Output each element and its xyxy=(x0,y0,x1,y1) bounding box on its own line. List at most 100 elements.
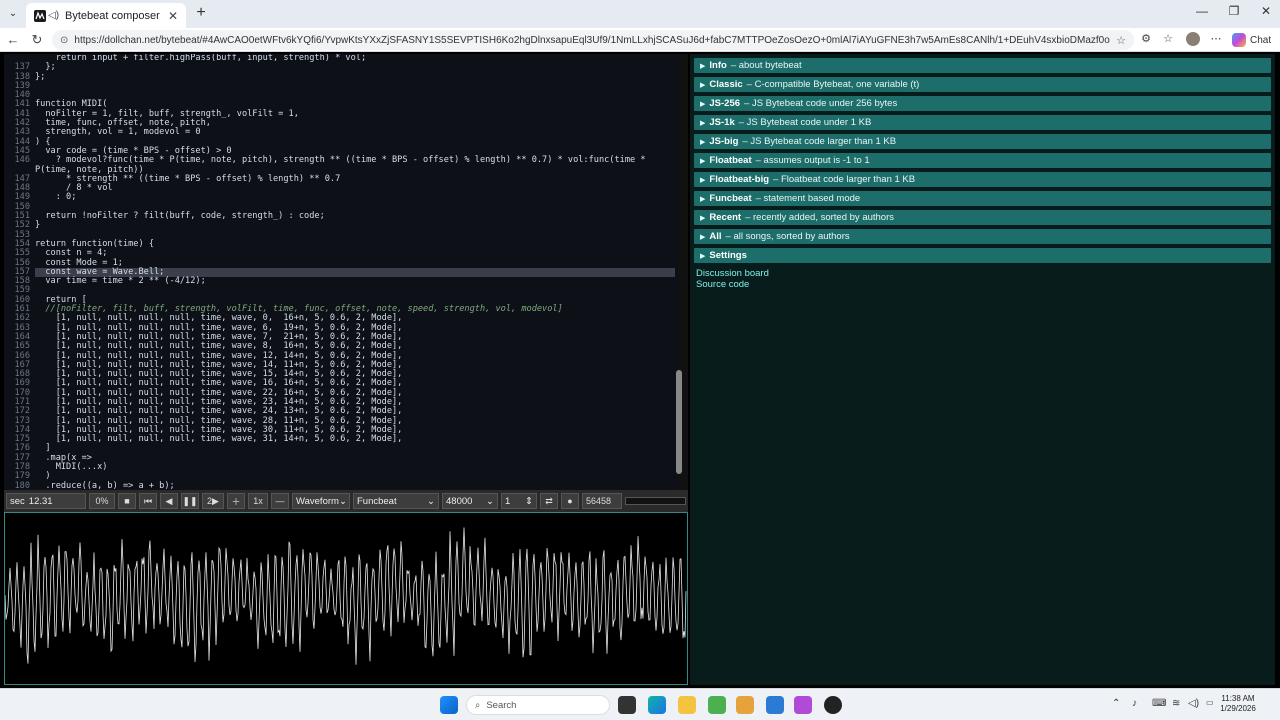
section-name: Settings xyxy=(709,250,747,261)
new-tab-icon[interactable]: + xyxy=(192,4,210,22)
library-section-floatbeat-big[interactable]: ▶ Floatbeat-big – Floatbeat code larger th… xyxy=(694,172,1271,187)
library-section-js-1k[interactable]: ▶ JS-1k – JS Bytebeat code under 1 KB xyxy=(694,115,1271,130)
code-line[interactable]: MIDI(...x) xyxy=(35,462,675,472)
minimize-icon[interactable]: — xyxy=(1192,4,1212,18)
record-icon[interactable]: ● xyxy=(561,493,579,509)
display-mode-select[interactable]: Waveform ⌄ xyxy=(292,493,350,509)
code-line[interactable]: : 0; xyxy=(35,193,675,203)
edge-browser-icon[interactable] xyxy=(648,696,666,714)
favorite-star-icon[interactable]: ☆ xyxy=(1116,34,1126,47)
expand-arrow-icon: ▶ xyxy=(700,100,706,108)
library-section-recent[interactable]: ▶ Recent – recently added, sorted by autho… xyxy=(694,210,1271,225)
volume-icon[interactable]: ◁) xyxy=(1188,698,1199,709)
code-line[interactable]: }; xyxy=(35,62,675,72)
restore-icon[interactable]: ❐ xyxy=(1224,4,1244,18)
waveform-trace xyxy=(4,527,687,665)
code-line[interactable]: ] xyxy=(35,444,675,454)
code-line[interactable]: return function(time) { xyxy=(35,239,675,249)
library-section-js-256[interactable]: ▶ JS-256– JS Bytebeat code under 256 byte… xyxy=(694,96,1271,111)
mode-select[interactable]: Funcbeat ⌄ xyxy=(353,493,439,509)
code-line[interactable]: .map(x => xyxy=(35,453,675,463)
copilot-chat-button[interactable]: Chat xyxy=(1232,31,1271,49)
discussion-board-link[interactable]: Discussion board xyxy=(696,268,1275,279)
task-view-icon[interactable] xyxy=(618,696,636,714)
play-speed-button[interactable]: 2 ▶ xyxy=(202,493,224,509)
tab-title: Bytebeat composer xyxy=(65,9,160,22)
code-line[interactable] xyxy=(35,82,675,91)
code-line[interactable]: / 8 * vol xyxy=(35,183,675,193)
notepad-icon[interactable] xyxy=(766,696,784,714)
close-window-icon[interactable]: ✕ xyxy=(1256,4,1276,18)
code-line[interactable]: strength, vol = 1, modevol = 0 xyxy=(35,128,675,138)
scale-stepper[interactable]: 1 ⇕ xyxy=(501,493,537,509)
start-windows-icon[interactable] xyxy=(440,696,458,714)
chevron-down-icon: ⌄ xyxy=(427,495,435,507)
sample-rate-select[interactable]: 48000 ⌄ xyxy=(442,493,498,509)
library-section-info[interactable]: ▶ Info – about bytebeat xyxy=(694,58,1271,73)
more-options-icon[interactable]: ⋯ xyxy=(1208,32,1224,45)
tab-audio-icon[interactable]: ◁) xyxy=(48,10,59,21)
time-value: 12.31 xyxy=(28,495,53,507)
taskbar-clock[interactable]: 11:38 AM 1/29/2026 xyxy=(1208,694,1268,714)
favorites-icon[interactable]: ☆ xyxy=(1160,32,1176,45)
library-section-classic[interactable]: ▶ Classic – C-compatible Bytebeat, one var… xyxy=(694,77,1271,92)
code-editor[interactable]: 137 138 139 140 141 141 142 143 144 145 146 147 148 1… xyxy=(4,54,688,538)
editor-scroll-thumb[interactable] xyxy=(676,370,682,474)
code-line[interactable] xyxy=(35,91,675,100)
volume-slider[interactable] xyxy=(625,497,686,505)
library-section-settings[interactable]: ▶ Settings xyxy=(694,248,1271,263)
refresh-icon[interactable]: ↻ xyxy=(28,31,46,49)
back-icon[interactable]: ← xyxy=(4,31,22,49)
library-section-js-big[interactable]: ▶ JS-big – JS Bytebeat code larger than 1 … xyxy=(694,134,1271,149)
source-code-link[interactable]: Source code xyxy=(696,279,1275,290)
rate-button[interactable]: 1x xyxy=(248,493,268,509)
play-backward-icon[interactable]: ◀ xyxy=(160,493,178,509)
waveform-canvas[interactable] xyxy=(4,512,688,685)
code-line[interactable] xyxy=(35,286,675,295)
rewind-icon[interactable]: ⏮ xyxy=(139,493,157,509)
media-player-icon[interactable] xyxy=(736,696,754,714)
taskbar-search[interactable]: ⌕ Search xyxy=(466,695,610,715)
pause-icon[interactable]: ❚❚ xyxy=(181,493,199,509)
time-display[interactable]: sec 12.31 xyxy=(6,493,86,509)
code-text[interactable]: return input + filter.highPass(buff, inp… xyxy=(35,54,675,500)
app-icon-dark[interactable] xyxy=(824,696,842,714)
extensions-icon[interactable]: ⚙ xyxy=(1138,32,1154,45)
tab-close-icon[interactable]: ✕ xyxy=(168,9,178,23)
library-section-all[interactable]: ▶ All – all songs, sorted by authors xyxy=(694,229,1271,244)
section-name: All xyxy=(709,231,722,242)
file-explorer-icon[interactable] xyxy=(678,696,696,714)
address-bar[interactable]: ⊙ https://dollchan.net/bytebeat/#4AwCAO0… xyxy=(52,30,1134,50)
code-line[interactable]: * strength ** ((time * BPS - offset) % l… xyxy=(35,174,675,184)
microphone-icon[interactable]: ♪ xyxy=(1132,698,1137,709)
browser-tab[interactable]: ◁) Bytebeat composer ✕ xyxy=(26,3,186,28)
code-line[interactable]: [1, null, null, null, null, time, wave, … xyxy=(35,434,675,444)
search-icon: ⌕ xyxy=(475,699,481,711)
app-icon-green[interactable] xyxy=(708,696,726,714)
keyboard-icon[interactable]: ⌨ xyxy=(1152,698,1166,709)
code-line[interactable]: return input + filter.highPass(buff, inp… xyxy=(35,54,675,63)
site-info-icon[interactable]: ⊙ xyxy=(60,35,68,46)
library-section-funcbeat[interactable]: ▶ Funcbeat – statement based mode xyxy=(694,191,1271,206)
code-line[interactable]: const n = 4; xyxy=(35,248,675,258)
expand-arrow-icon: ▶ xyxy=(700,81,706,89)
wifi-icon[interactable]: ≋ xyxy=(1172,698,1180,709)
tray-chevron-icon[interactable]: ⌃ xyxy=(1112,698,1120,709)
code-line[interactable]: } xyxy=(35,221,675,231)
code-line[interactable]: }; xyxy=(35,72,675,82)
library-section-floatbeat[interactable]: ▶ Floatbeat – assumes output is -1 to 1 xyxy=(694,153,1271,168)
tab-actions-chevron-icon[interactable]: ⌄ xyxy=(4,5,22,23)
code-line[interactable]: var time = time * 2 ** (-4/12); xyxy=(35,276,675,286)
expand-arrow-icon: ▶ xyxy=(700,157,706,165)
zoom-in-icon[interactable]: ＋ xyxy=(227,493,245,509)
audio-app-icon[interactable] xyxy=(794,696,812,714)
zoom-out-icon[interactable]: — xyxy=(271,493,289,509)
section-description: – Floatbeat code larger than 1 KB xyxy=(773,174,916,185)
code-line[interactable]: return !noFilter ? filt(buff, code, stre… xyxy=(35,211,675,221)
profile-avatar[interactable] xyxy=(1186,32,1200,46)
expand-arrow-icon: ▶ xyxy=(700,119,706,127)
percent-display[interactable]: 0% xyxy=(89,493,115,509)
link-icon[interactable]: ⇄ xyxy=(540,493,558,509)
expand-arrow-icon: ▶ xyxy=(700,195,706,203)
stop-icon[interactable]: ■ xyxy=(118,493,136,509)
